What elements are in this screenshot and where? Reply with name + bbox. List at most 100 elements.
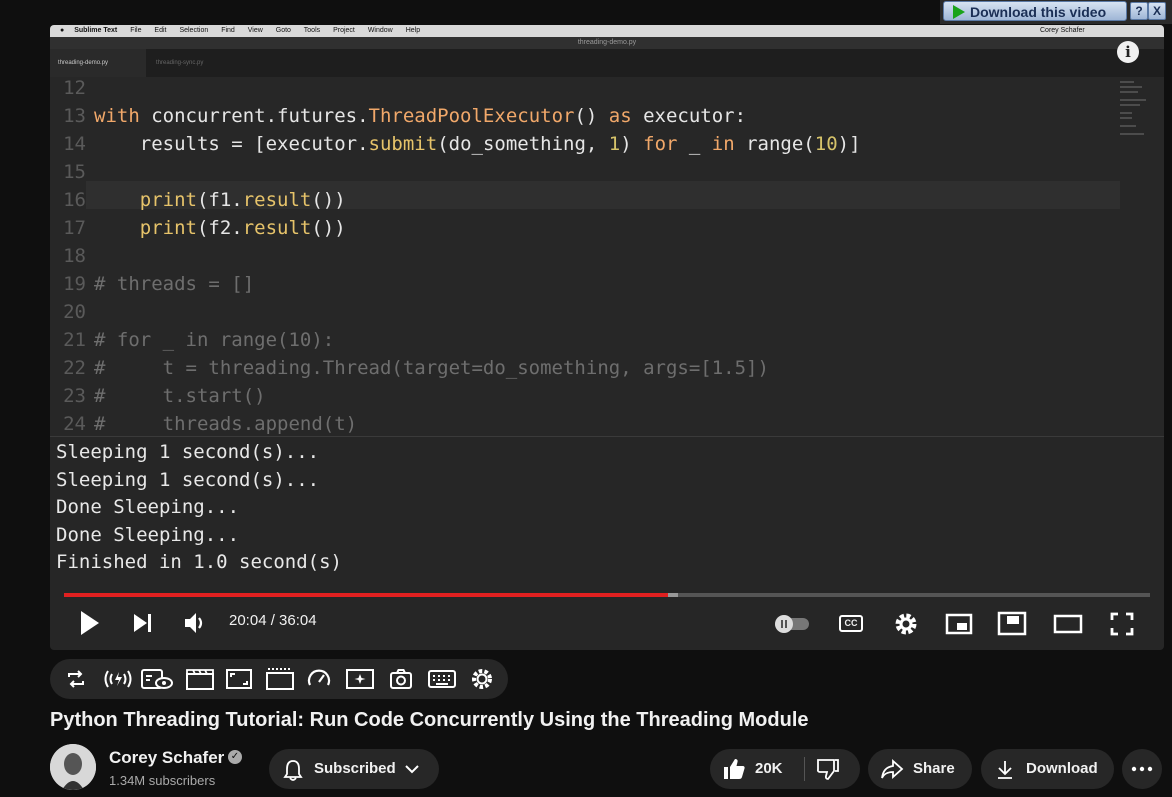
video-title: Python Threading Tutorial: Run Code Conc…	[50, 709, 809, 731]
menu-window: Window	[367, 27, 393, 34]
captions-button[interactable]: CC	[839, 615, 863, 632]
code-line-23: # t.start()	[94, 385, 266, 407]
download-icon	[998, 761, 1012, 779]
code-line-16: print(f1.result())	[94, 189, 346, 211]
more-horizontal-icon	[1131, 766, 1153, 772]
next-icon[interactable]	[132, 608, 156, 638]
menu-app-name: Sublime Text	[74, 27, 118, 34]
line-number: 12	[63, 77, 86, 99]
subscriber-count: 1.34M subscribers	[109, 773, 216, 788]
miniplayer-icon[interactable]	[945, 612, 973, 636]
tab-threading-demo: threading-demo.py	[50, 49, 146, 77]
apple-icon: ●	[60, 27, 65, 34]
menu-goto: Goto	[275, 27, 291, 34]
speed-gauge-icon[interactable]	[307, 667, 331, 691]
menu-edit: Edit	[154, 27, 167, 34]
code-line-13: with concurrent.futures.ThreadPoolExecut…	[94, 105, 747, 127]
aspect-ratio-icon[interactable]	[225, 667, 253, 691]
menu-file: File	[130, 27, 142, 34]
video-player[interactable]: ● Sublime Text File Edit Selection Find …	[50, 25, 1164, 650]
mac-menubar: ● Sublime Text File Edit Selection Find …	[50, 25, 1164, 37]
subscribed-button[interactable]: Subscribed	[269, 749, 439, 789]
time-display: 20:04 / 36:04	[229, 612, 317, 629]
like-thumb-icon[interactable]	[722, 757, 746, 781]
like-count[interactable]: 20K	[755, 749, 783, 789]
code-line-24: # threads.append(t)	[94, 413, 358, 435]
play-icon[interactable]	[78, 608, 102, 638]
code-line-17: print(f2.result())	[94, 217, 346, 239]
screenshot-camera-icon[interactable]	[389, 667, 413, 691]
line-number: 21	[63, 329, 86, 351]
code-line-19: # threads = []	[94, 273, 255, 295]
line-number: 14	[63, 133, 86, 155]
more-actions-button[interactable]	[1122, 749, 1162, 789]
window-title: threading-demo.py	[50, 37, 1164, 49]
share-label: Share	[913, 760, 955, 777]
autoplay-toggle[interactable]	[773, 613, 813, 635]
divider	[804, 757, 805, 781]
line-number: 16	[63, 189, 86, 211]
menu-find: Find	[221, 27, 235, 34]
fullscreen-icon[interactable]	[1109, 611, 1135, 637]
line-number: 20	[63, 301, 86, 323]
extension-toolbar	[50, 659, 508, 699]
build-output-panel: Sleeping 1 second(s)... Sleeping 1 secon…	[50, 436, 1164, 597]
keyboard-icon[interactable]	[427, 667, 457, 691]
line-number: 17	[63, 217, 86, 239]
channel-avatar[interactable]	[50, 744, 96, 790]
volume-icon[interactable]	[183, 608, 209, 638]
menu-help: Help	[405, 27, 421, 34]
download-button[interactable]: Download	[981, 749, 1114, 789]
help-button[interactable]: ?	[1130, 2, 1148, 20]
tab-threading-sync: threading-sync.py	[156, 60, 204, 66]
enhance-icon[interactable]	[345, 667, 375, 691]
console-line: Finished in 1.0 second(s)	[56, 551, 342, 573]
loop-icon[interactable]	[64, 667, 88, 691]
share-arrow-icon	[881, 758, 904, 780]
audio-boost-icon[interactable]	[102, 667, 134, 691]
menu-selection: Selection	[179, 27, 209, 34]
console-line: Done Sleeping...	[56, 496, 240, 518]
verified-check-icon: ✓	[228, 750, 242, 764]
settings-icon[interactable]	[470, 667, 494, 691]
code-line-22: # t = threading.Thread(target=do_somethi…	[94, 357, 769, 379]
line-number: 19	[63, 273, 86, 295]
channel-name[interactable]: Corey Schafer	[109, 748, 224, 768]
share-button[interactable]: Share	[868, 749, 972, 789]
download-label: Download	[1026, 760, 1098, 777]
like-dislike-group: 20K	[710, 749, 860, 789]
download-this-video-button[interactable]: Download this video	[943, 1, 1127, 21]
settings-gear-icon[interactable]	[893, 611, 919, 637]
avatar-image	[50, 744, 96, 790]
menu-view: View	[247, 27, 263, 34]
video-filter-icon[interactable]	[140, 667, 174, 691]
clip-icon[interactable]	[185, 667, 215, 691]
close-button[interactable]: X	[1148, 2, 1166, 20]
console-line: Done Sleeping...	[56, 524, 240, 546]
subscribed-label: Subscribed	[314, 760, 396, 777]
line-number: 15	[63, 161, 86, 183]
editor-tabbar: threading-demo.py threading-sync.py	[50, 49, 1164, 77]
code-line-14: results = [executor.submit(do_something,…	[94, 133, 861, 155]
cinema-mode-icon[interactable]	[1053, 613, 1083, 635]
line-number: 18	[63, 245, 86, 267]
bell-icon	[283, 760, 303, 781]
dislike-thumb-icon[interactable]	[816, 758, 840, 782]
editor-minimap	[1120, 77, 1148, 147]
theater-mode-icon[interactable]	[997, 611, 1027, 637]
console-line: Sleeping 1 second(s)...	[56, 441, 320, 463]
menu-tools: Tools	[303, 27, 321, 34]
chevron-down-icon	[405, 765, 419, 774]
menu-project: Project	[333, 27, 355, 34]
menubar-user: Corey Schafer	[1040, 27, 1085, 34]
line-number: 23	[63, 385, 86, 407]
code-editor: 12 13 14 15 16 17 18 19 20 21 22 23 24 w…	[50, 77, 1164, 436]
info-card-icon[interactable]: i	[1117, 41, 1139, 63]
play-triangle-icon	[953, 5, 965, 19]
progress-played	[64, 593, 668, 597]
line-number: 13	[63, 105, 86, 127]
code-line-21: # for _ in range(10):	[94, 329, 335, 351]
cinema-icon[interactable]	[265, 667, 295, 691]
console-line: Sleeping 1 second(s)...	[56, 469, 320, 491]
line-number: 24	[63, 413, 86, 435]
